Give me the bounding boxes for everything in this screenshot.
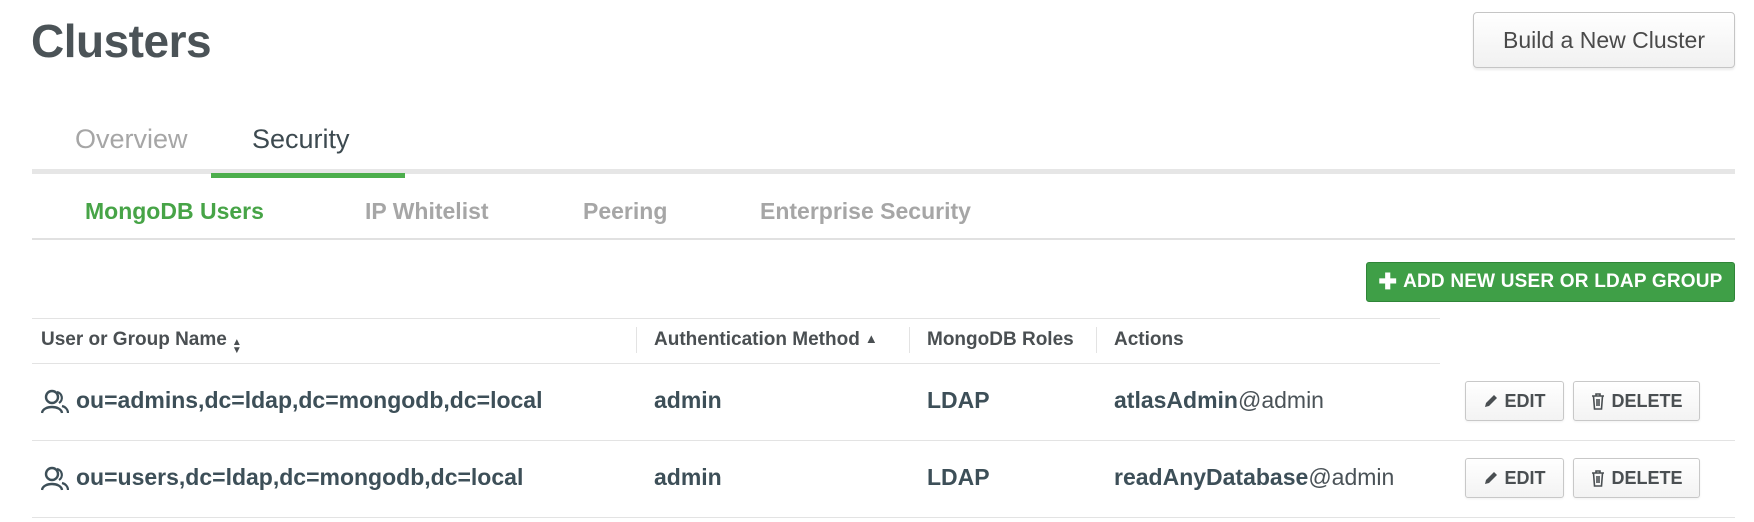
- user-group-name: ou=admins,dc=ldap,dc=mongodb,dc=local: [76, 387, 543, 413]
- add-new-user-label: ADD NEW USER OR LDAP GROUP: [1403, 271, 1723, 292]
- column-divider: [1096, 327, 1097, 353]
- group-icon: [41, 466, 69, 491]
- auth-method: LDAP: [927, 464, 990, 490]
- auth-database: admin: [654, 387, 722, 413]
- column-divider: [909, 327, 910, 353]
- pencil-icon: [1485, 472, 1498, 484]
- subtab-peering[interactable]: Peering: [583, 198, 667, 225]
- main-tabs: Overview Security: [32, 110, 1735, 178]
- trash-icon: [1592, 392, 1605, 410]
- page-title: Clusters: [31, 15, 212, 67]
- column-header-auth-method[interactable]: Authentication Method ▲: [654, 329, 878, 351]
- active-tab-indicator: [211, 173, 405, 178]
- edit-label: EDIT: [1504, 467, 1546, 488]
- edit-button[interactable]: EDIT: [1465, 381, 1564, 421]
- user-group-name: ou=users,dc=ldap,dc=mongodb,dc=local: [76, 464, 524, 490]
- role-cell: readAnyDatabase@admin: [1114, 464, 1394, 491]
- subtab-ip-whitelist[interactable]: IP Whitelist: [365, 198, 489, 225]
- pencil-icon: [1485, 395, 1498, 407]
- role-name: atlasAdmin: [1114, 387, 1238, 413]
- trash-icon: [1592, 469, 1605, 487]
- auth-method: LDAP: [927, 387, 990, 413]
- users-table: User or Group Name ▲ ▼ Authentication Meth…: [32, 318, 1735, 518]
- delete-label: DELETE: [1611, 467, 1683, 488]
- role-cell: atlasAdmin@admin: [1114, 387, 1324, 414]
- sort-asc-icon: ▲: [864, 331, 878, 346]
- plus-icon: ✚: [1378, 269, 1398, 294]
- column-header-roles: MongoDB Roles: [927, 329, 1074, 350]
- tab-overview[interactable]: Overview: [75, 124, 188, 155]
- auth-database: admin: [654, 464, 722, 490]
- table-row: ou=users,dc=ldap,dc=mongodb,dc=local adm…: [32, 441, 1735, 518]
- subtab-enterprise-security[interactable]: Enterprise Security: [760, 198, 971, 225]
- tab-security[interactable]: Security: [211, 124, 405, 178]
- group-icon: [41, 389, 69, 414]
- delete-label: DELETE: [1611, 390, 1683, 411]
- add-new-user-button[interactable]: ✚ ADD NEW USER OR LDAP GROUP: [1366, 262, 1735, 302]
- column-header-actions: Actions: [1114, 329, 1184, 350]
- column-header-name[interactable]: User or Group Name ▲ ▼: [41, 329, 242, 356]
- sub-tabs: MongoDB Users IP Whitelist Peering Enter…: [32, 190, 1735, 240]
- edit-label: EDIT: [1504, 390, 1546, 411]
- subtab-mongodb-users[interactable]: MongoDB Users: [85, 198, 264, 225]
- table-header: User or Group Name ▲ ▼ Authentication Meth…: [32, 318, 1440, 364]
- delete-button[interactable]: DELETE: [1573, 458, 1700, 498]
- role-database: @admin: [1237, 387, 1324, 413]
- tab-overview-label: Overview: [75, 124, 188, 154]
- sort-both-icon: ▲ ▼: [231, 337, 242, 356]
- table-row: ou=admins,dc=ldap,dc=mongodb,dc=local ad…: [32, 364, 1735, 441]
- column-header-auth-method-label: Authentication Method: [654, 329, 860, 350]
- edit-button[interactable]: EDIT: [1465, 458, 1564, 498]
- delete-button[interactable]: DELETE: [1573, 381, 1700, 421]
- tab-security-label: Security: [252, 124, 350, 154]
- role-name: readAnyDatabase: [1114, 464, 1309, 490]
- column-header-name-label: User or Group Name: [41, 329, 227, 350]
- role-database: @admin: [1308, 464, 1395, 490]
- build-new-cluster-button[interactable]: Build a New Cluster: [1473, 12, 1735, 68]
- column-divider: [636, 327, 637, 353]
